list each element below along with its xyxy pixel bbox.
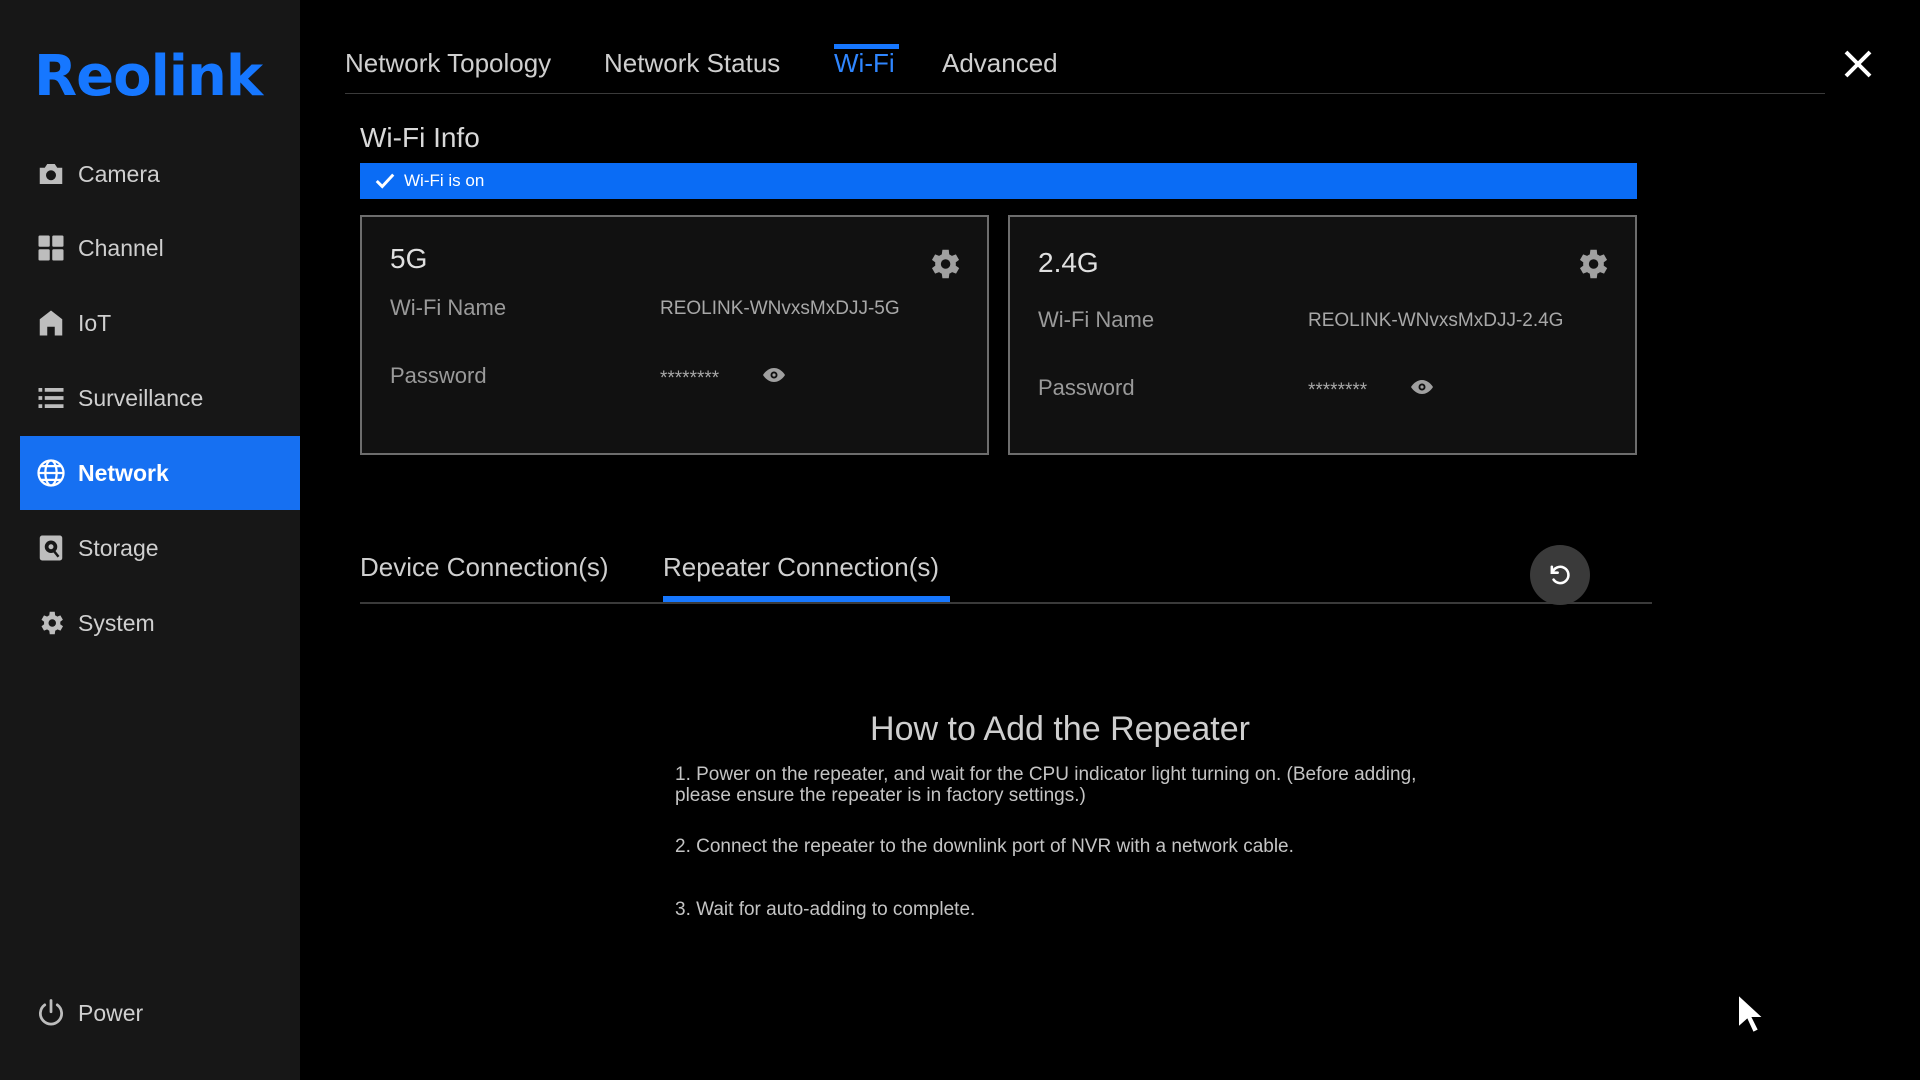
globe-icon bbox=[34, 456, 68, 490]
eye-icon bbox=[1411, 380, 1433, 394]
refresh-button[interactable] bbox=[1530, 545, 1590, 605]
tab-network-status[interactable]: Network Status bbox=[604, 48, 780, 79]
sidebar-item-label: Storage bbox=[78, 534, 159, 561]
wifi-card-5g: 5G Wi-Fi Name REOLINK-WNvxsMxDJJ-5G Pass… bbox=[360, 215, 989, 455]
password-value: ******** bbox=[660, 368, 720, 389]
wifi-status-text: Wi-Fi is on bbox=[404, 171, 485, 190]
gear-icon bbox=[1579, 249, 1608, 279]
sidebar-item-iot[interactable]: IoT bbox=[20, 286, 300, 360]
band-title: 5G bbox=[390, 243, 428, 274]
password-label: Password bbox=[390, 363, 487, 388]
refresh-icon bbox=[1550, 565, 1570, 585]
password-label: Password bbox=[1038, 375, 1135, 400]
band-title: 2.4G bbox=[1038, 247, 1099, 278]
wifi-5g-settings-button[interactable] bbox=[925, 245, 963, 283]
sidebar: Reolink Camera Channel IoT Surveillance … bbox=[0, 0, 300, 1080]
connection-tab-bar: Device Connection(s) Repeater Connection… bbox=[360, 540, 1652, 604]
show-password-24g-button[interactable] bbox=[1410, 375, 1434, 399]
wifi-name-label: Wi-Fi Name bbox=[1038, 307, 1155, 332]
show-password-5g-button[interactable] bbox=[762, 363, 786, 387]
tab-advanced[interactable]: Advanced bbox=[942, 48, 1058, 79]
home-icon bbox=[34, 306, 68, 340]
tab-network-topology[interactable]: Network Topology bbox=[345, 48, 551, 79]
power-icon bbox=[34, 996, 68, 1030]
howto-step-2: 2. Connect the repeater to the downlink … bbox=[675, 836, 1294, 857]
wifi-name-value: REOLINK-WNvxsMxDJJ-5G bbox=[660, 298, 900, 319]
power-button[interactable]: Power bbox=[20, 976, 300, 1050]
sidebar-item-camera[interactable]: Camera bbox=[20, 137, 300, 211]
reolink-logo: Reolink bbox=[34, 44, 263, 109]
active-subtab-indicator bbox=[663, 596, 950, 602]
wifi-name-label: Wi-Fi Name bbox=[390, 295, 507, 320]
tab-repeater-connections[interactable]: Repeater Connection(s) bbox=[663, 552, 939, 583]
sidebar-item-system[interactable]: System bbox=[20, 586, 300, 660]
wifi-name-value: REOLINK-WNvxsMxDJJ-2.4G bbox=[1308, 310, 1564, 331]
checkmark-icon bbox=[375, 173, 395, 189]
tab-wifi[interactable]: Wi-Fi bbox=[834, 48, 895, 79]
howto-title: How to Add the Repeater bbox=[870, 710, 1250, 748]
close-button[interactable] bbox=[1838, 44, 1878, 84]
grid-icon bbox=[34, 231, 68, 265]
sidebar-item-surveillance[interactable]: Surveillance bbox=[20, 361, 300, 435]
sidebar-item-label: Surveillance bbox=[78, 384, 204, 411]
wifi-card-24g: 2.4G Wi-Fi Name REOLINK-WNvxsMxDJJ-2.4G … bbox=[1008, 215, 1637, 455]
wifi-status-bar: Wi-Fi is on bbox=[360, 163, 1637, 199]
active-tab-indicator bbox=[834, 44, 899, 49]
password-value: ******** bbox=[1308, 380, 1368, 401]
gear-icon bbox=[931, 249, 960, 279]
sidebar-item-storage[interactable]: Storage bbox=[20, 511, 300, 585]
sidebar-item-channel[interactable]: Channel bbox=[20, 211, 300, 285]
howto-step-1: 1. Power on the repeater, and wait for t… bbox=[675, 764, 1417, 806]
gear-icon bbox=[34, 606, 68, 640]
power-label: Power bbox=[78, 999, 144, 1026]
storage-icon bbox=[34, 531, 68, 565]
sidebar-item-label: Channel bbox=[78, 234, 164, 261]
close-icon bbox=[1844, 50, 1872, 78]
top-tab-bar: Network Topology Network Status Wi-Fi Ad… bbox=[345, 44, 1825, 94]
mouse-cursor bbox=[1736, 991, 1767, 1036]
sidebar-item-label: Network bbox=[78, 459, 169, 486]
wifi-info-title: Wi-Fi Info bbox=[360, 122, 480, 153]
sidebar-item-label: System bbox=[78, 609, 155, 636]
sidebar-item-label: IoT bbox=[78, 309, 112, 336]
eye-icon bbox=[763, 368, 785, 382]
howto-step-3: 3. Wait for auto-adding to complete. bbox=[675, 899, 976, 920]
tab-device-connections[interactable]: Device Connection(s) bbox=[360, 552, 609, 583]
sidebar-item-network[interactable]: Network bbox=[20, 436, 300, 510]
camera-icon bbox=[34, 157, 68, 191]
sidebar-item-label: Camera bbox=[78, 160, 160, 187]
wifi-24g-settings-button[interactable] bbox=[1573, 245, 1611, 283]
list-icon bbox=[34, 381, 68, 415]
